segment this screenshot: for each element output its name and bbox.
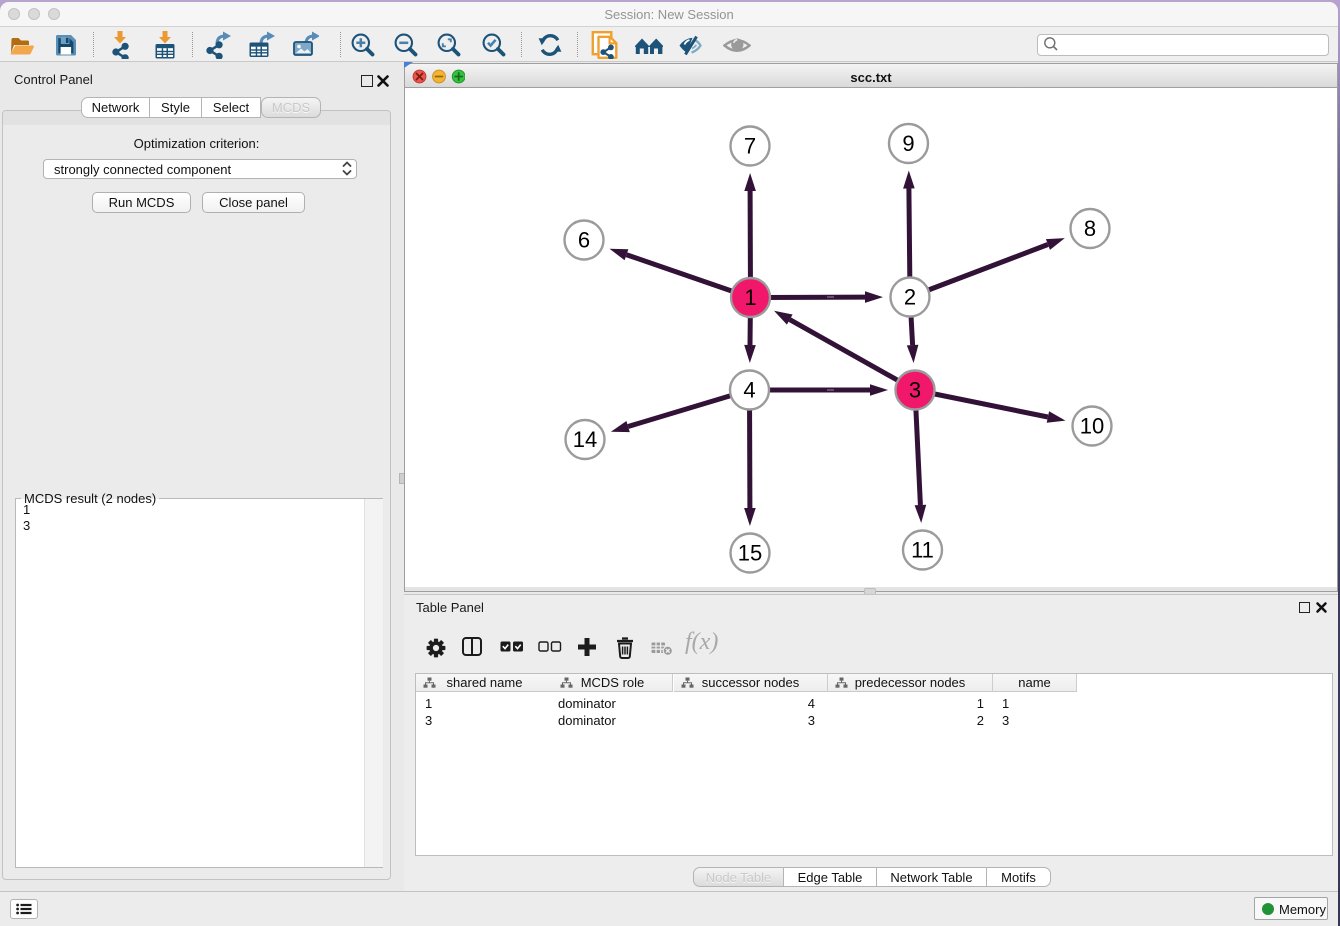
svg-text:3: 3 xyxy=(909,378,921,403)
svg-text:6: 6 xyxy=(578,228,590,253)
svg-text:8: 8 xyxy=(1084,216,1096,241)
svg-text:9: 9 xyxy=(902,131,914,156)
svg-text:2: 2 xyxy=(904,285,916,310)
svg-text:10: 10 xyxy=(1080,414,1104,439)
svg-text:15: 15 xyxy=(738,541,762,566)
svg-text:7: 7 xyxy=(744,134,756,159)
svg-text:1: 1 xyxy=(744,285,756,310)
svg-text:11: 11 xyxy=(911,538,934,563)
svg-text:4: 4 xyxy=(743,378,755,403)
svg-text:14: 14 xyxy=(573,427,597,452)
